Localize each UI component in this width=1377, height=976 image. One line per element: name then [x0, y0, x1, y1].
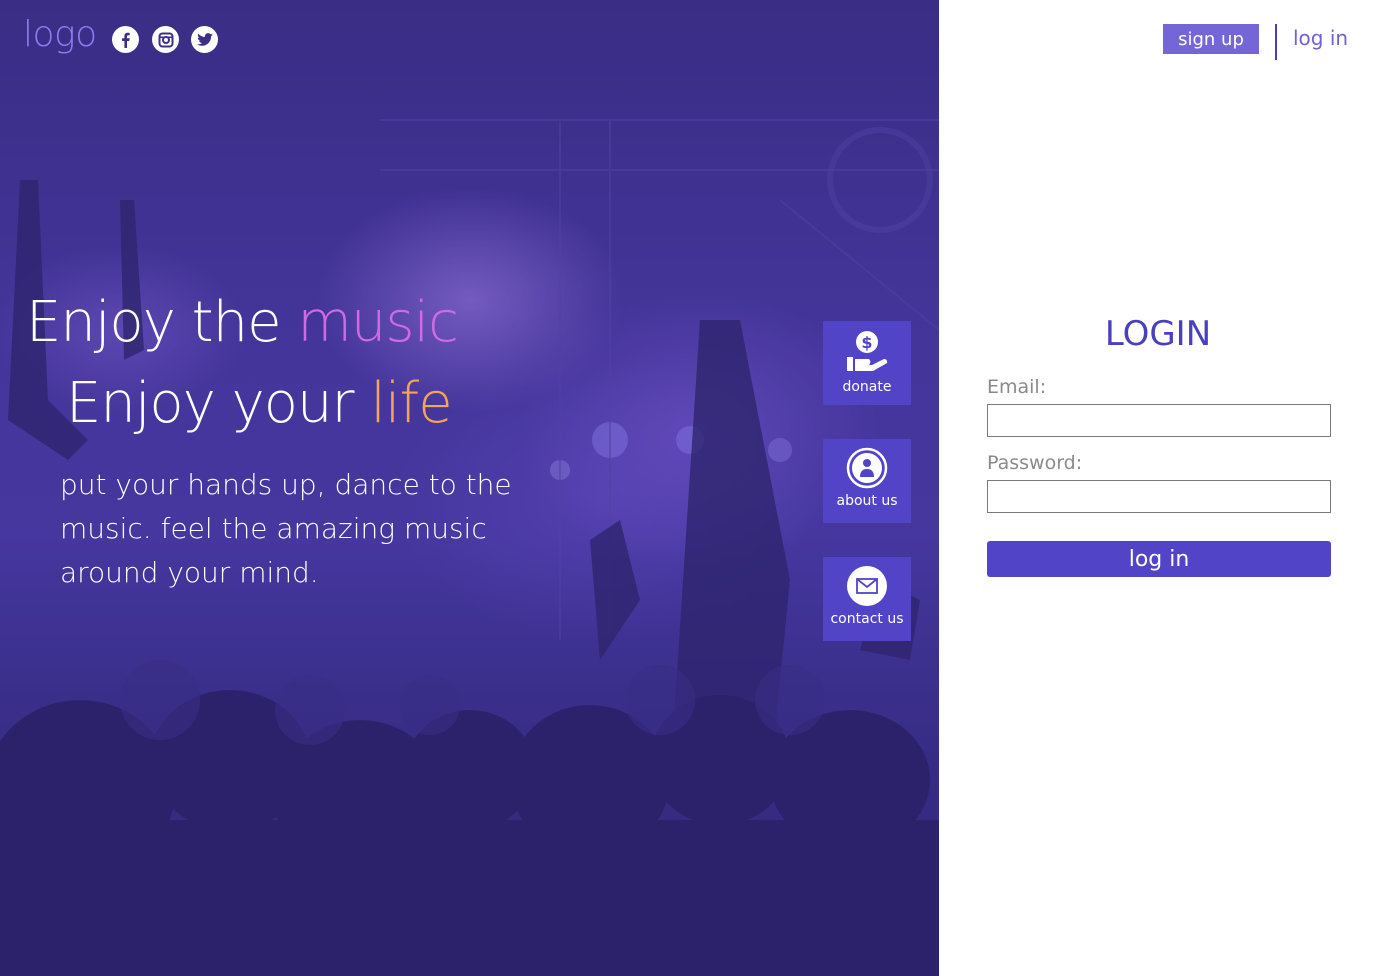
hero-panel: logo Enjoy the music Enjoy your life put…: [0, 0, 939, 976]
password-label: Password:: [987, 452, 1083, 474]
logo[interactable]: logo: [23, 14, 97, 55]
donate-icon: $: [847, 331, 888, 371]
email-label: Email:: [987, 376, 1047, 398]
svg-text:$: $: [861, 333, 872, 352]
user-icon: [846, 447, 888, 489]
password-field[interactable]: [987, 480, 1331, 513]
sign-up-button[interactable]: sign up: [1163, 24, 1259, 54]
headline-2-text: Enjoy your: [66, 371, 371, 436]
facebook-icon[interactable]: [112, 26, 139, 53]
donate-label: donate: [842, 379, 892, 395]
headline-2-accent: life: [370, 371, 452, 436]
login-panel: sign up log in LOGIN Email: Password: lo…: [939, 0, 1377, 976]
donate-button[interactable]: $ donate: [823, 321, 911, 405]
headline-1-accent: music: [297, 290, 459, 355]
header-divider: [1275, 24, 1277, 60]
headline-1-text: Enjoy the: [26, 290, 298, 355]
headline-line-1: Enjoy the music: [26, 290, 459, 355]
hero-tagline: put your hands up, dance to the music. f…: [60, 468, 512, 589]
contact-us-button[interactable]: contact us: [823, 557, 911, 641]
mail-icon: [847, 566, 887, 606]
instagram-icon[interactable]: [152, 26, 179, 53]
contact-us-label: contact us: [830, 611, 904, 627]
twitter-icon[interactable]: [191, 26, 218, 53]
about-us-label: about us: [836, 493, 898, 509]
headline-line-2: Enjoy your life: [66, 371, 453, 436]
email-field[interactable]: [987, 404, 1331, 437]
login-title: LOGIN: [1104, 314, 1212, 354]
about-us-button[interactable]: about us: [823, 439, 911, 523]
log-in-link[interactable]: log in: [1293, 26, 1348, 50]
log-in-button[interactable]: log in: [987, 541, 1331, 577]
